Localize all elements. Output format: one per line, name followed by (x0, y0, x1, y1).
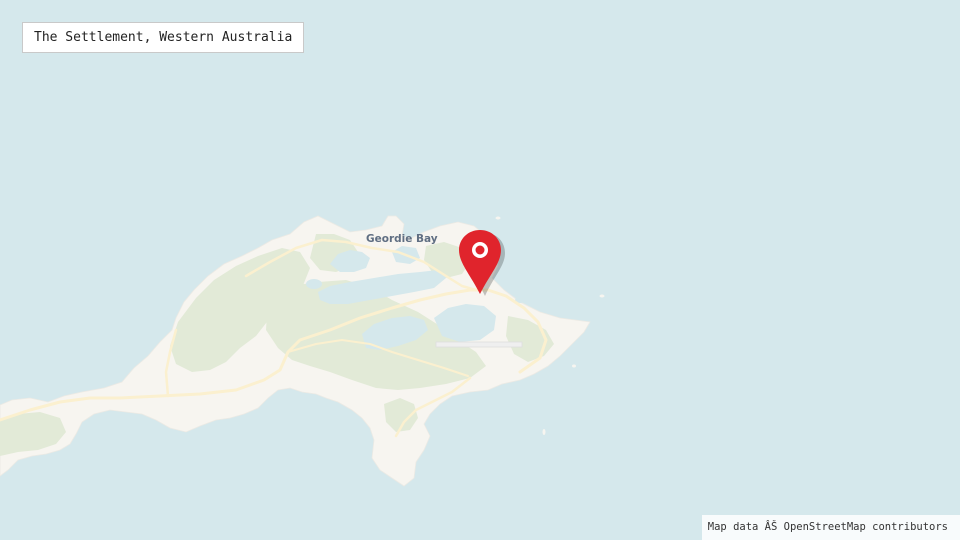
map-canvas[interactable]: Geordie Bay The Settlement, Western Aust… (0, 0, 960, 540)
map-svg[interactable]: Geordie Bay (0, 0, 960, 540)
islet-south-east-2 (542, 429, 546, 435)
airstrip (435, 341, 523, 348)
islet-east (599, 294, 605, 298)
place-label-geordie-bay: Geordie Bay (366, 233, 438, 245)
islet-south-east-1 (572, 364, 576, 368)
marker-dot (475, 245, 485, 255)
islet-north (495, 216, 501, 220)
map-title: The Settlement, Western Australia (22, 22, 305, 53)
lake-small-west (306, 279, 322, 289)
map-attribution: Map data ÂŠ OpenStreetMap contributors (701, 515, 960, 540)
